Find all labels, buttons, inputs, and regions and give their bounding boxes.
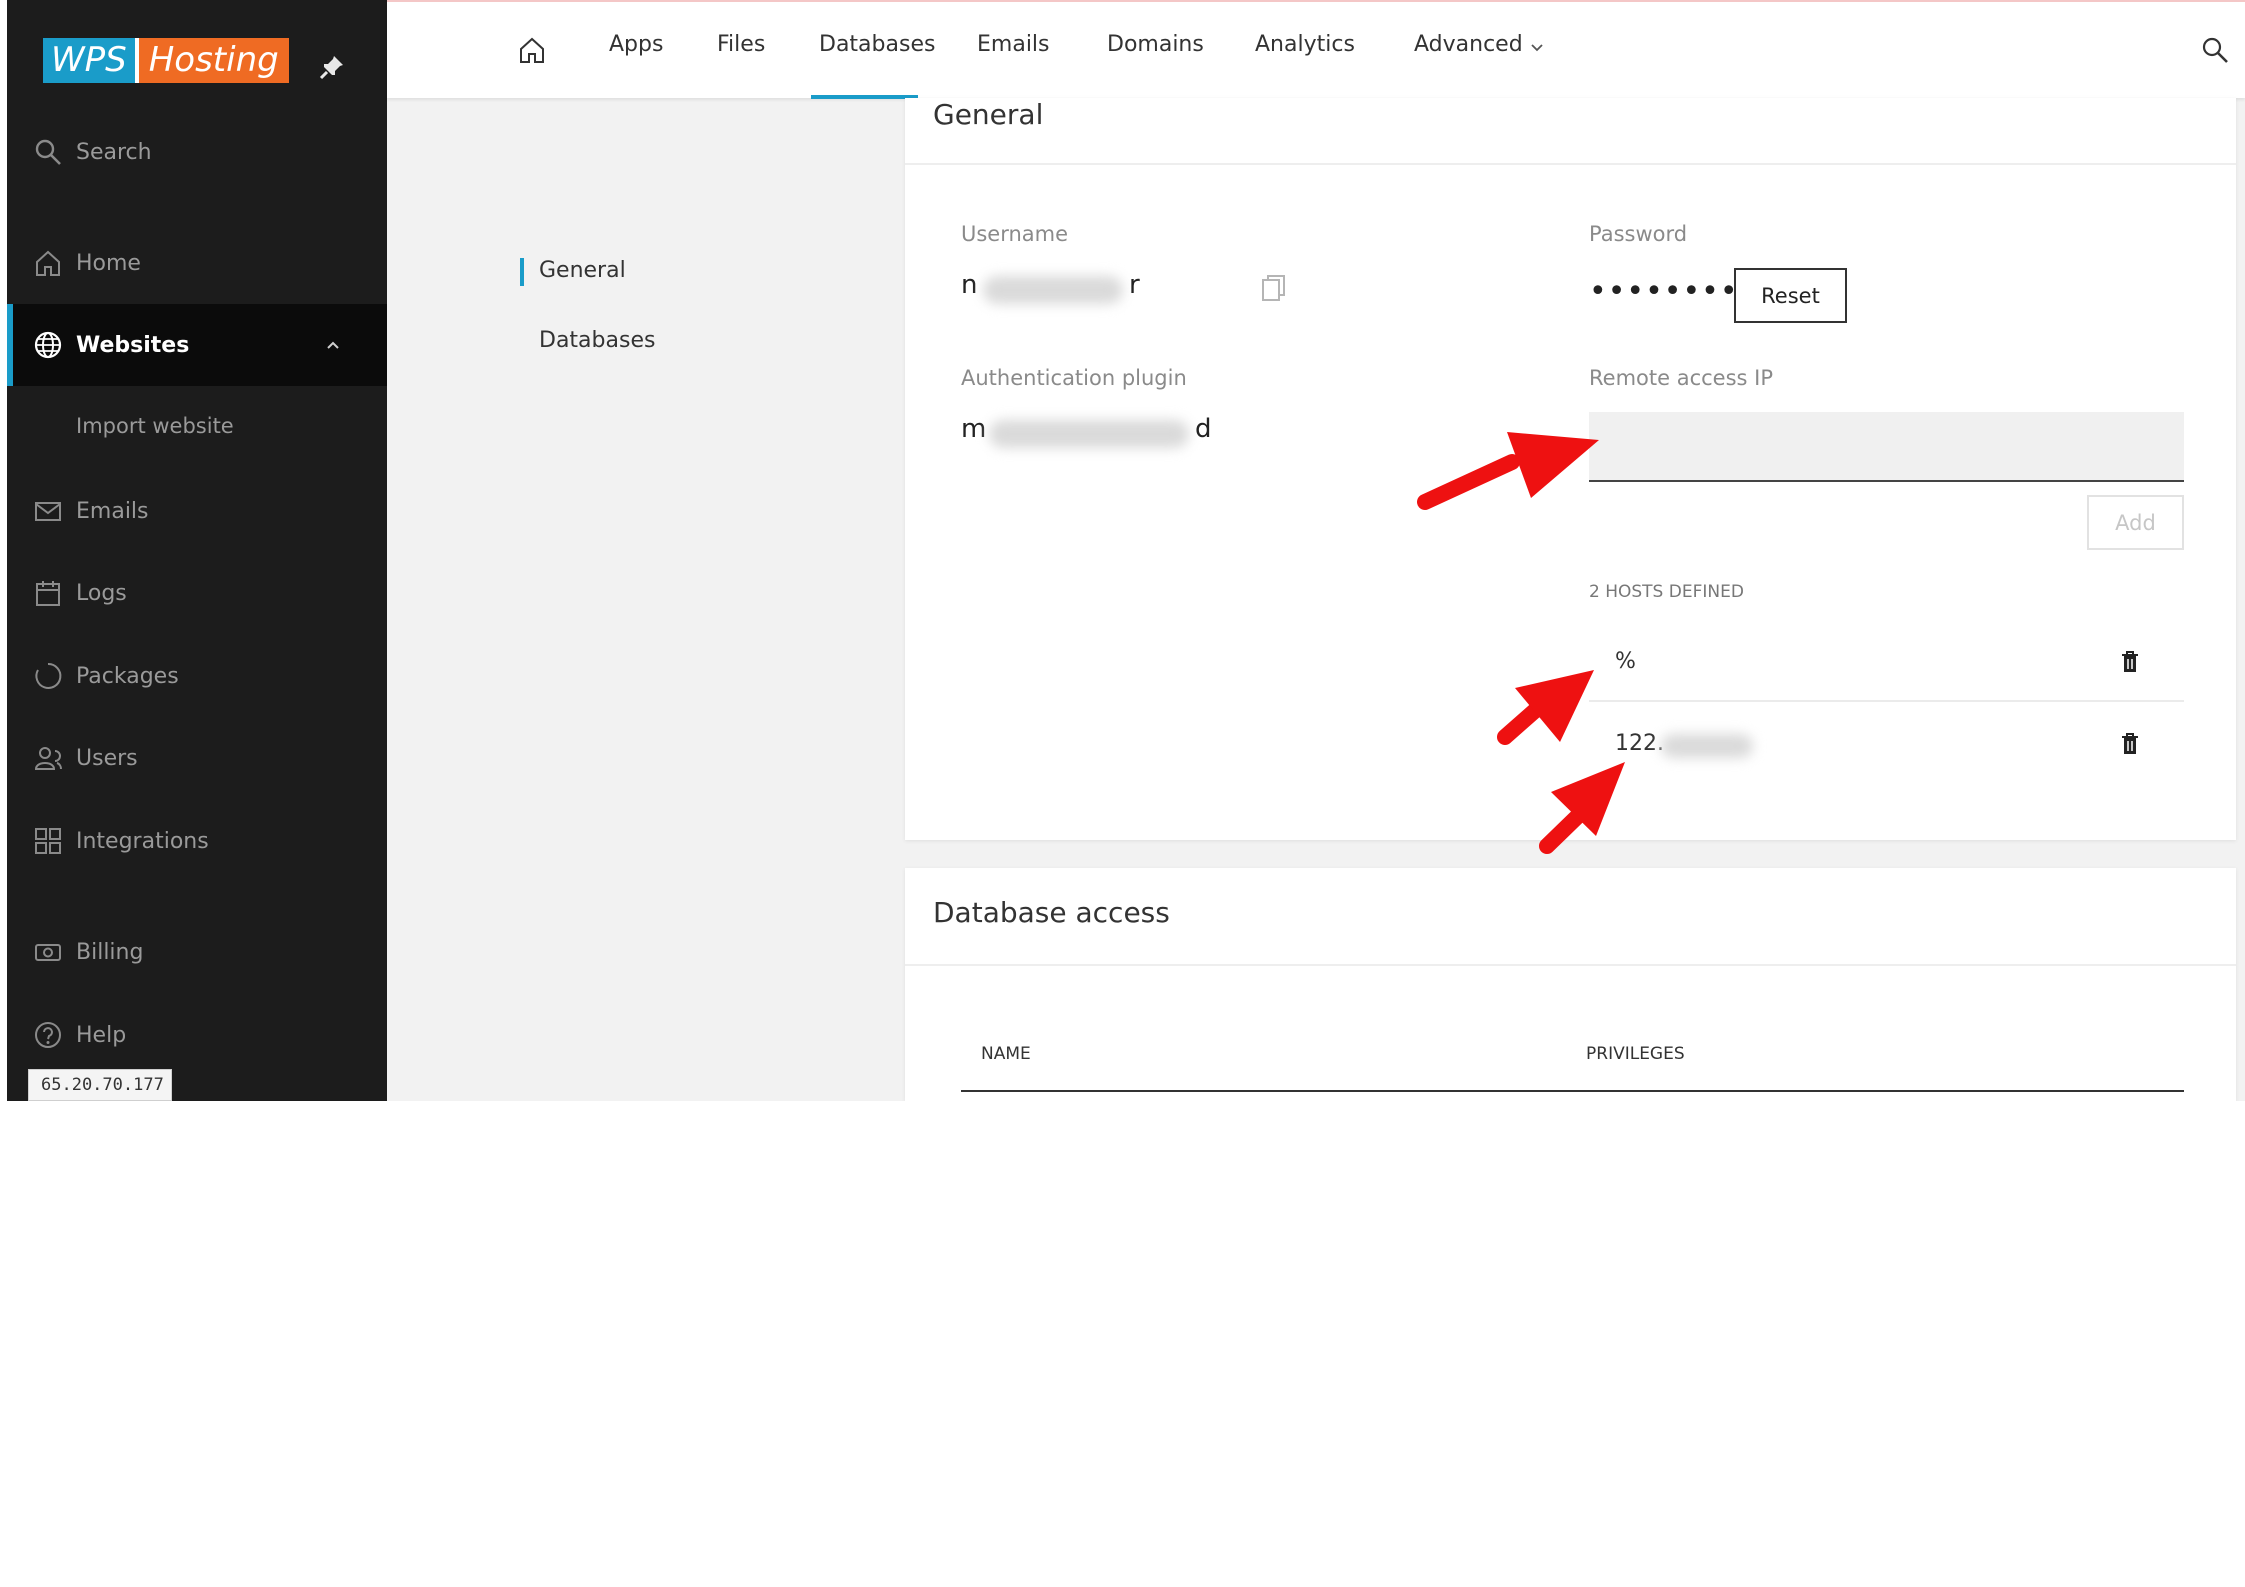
username-visible-start: n [961, 270, 978, 300]
host-row: 122. [1589, 702, 2184, 784]
remote-ip-input[interactable] [1589, 412, 2184, 482]
sidebar-item-users[interactable]: Users [7, 717, 387, 799]
host-value: 122. [1615, 731, 1664, 756]
active-tab-indicator [811, 95, 918, 99]
sidebar-item-logs[interactable]: Logs [7, 552, 387, 634]
sidebar-item-billing[interactable]: Billing [7, 911, 387, 993]
host-row: % [1589, 620, 2184, 702]
logo-hosting-text: Hosting [138, 38, 289, 83]
sidebar-item-label: Websites [76, 332, 190, 358]
calendar-icon [36, 581, 60, 606]
sidebar-item-help[interactable]: Help [7, 994, 387, 1076]
remote-ip-label: Remote access IP [1589, 366, 1773, 390]
sidebar-item-packages[interactable]: Packages [7, 635, 387, 717]
nav-apps[interactable]: Apps [609, 32, 663, 57]
sidebar-item-label: Emails [76, 498, 149, 524]
trash-icon[interactable] [2119, 732, 2141, 756]
search-icon [35, 139, 61, 165]
nav-databases[interactable]: Databases [819, 32, 935, 57]
username-visible-end: r [1129, 270, 1140, 300]
circle-icon [35, 662, 62, 689]
nav-emails[interactable]: Emails [977, 32, 1050, 57]
sidebar-item-label: Users [76, 745, 138, 771]
sidebar-item-label: Logs [76, 580, 127, 606]
mail-icon [35, 502, 61, 521]
database-access-title: Database access [933, 896, 1170, 929]
sidebar-item-label: Billing [76, 939, 144, 965]
auth-plugin-label: Authentication plugin [961, 366, 1187, 390]
copy-icon[interactable] [1261, 274, 1287, 302]
sidebar: WPS Hosting Search Home Websites Import … [7, 0, 387, 1101]
sidebar-search[interactable]: Search [7, 111, 387, 193]
sidebar-item-import-website[interactable]: Import website [76, 414, 234, 438]
sidebar-item-websites[interactable]: Websites [7, 304, 387, 386]
password-label: Password [1589, 222, 1688, 246]
ip-address-tooltip: 65.20.70.177 [28, 1069, 172, 1101]
add-host-button[interactable]: Add [2087, 495, 2184, 550]
nav-domains[interactable]: Domains [1107, 32, 1204, 57]
sidebar-item-label: Home [76, 250, 141, 276]
sidebar-item-label: Help [76, 1022, 127, 1048]
redacted-host-ip [1661, 734, 1753, 758]
reset-password-button[interactable]: Reset [1734, 268, 1847, 323]
host-value: % [1615, 649, 1636, 674]
nav-files[interactable]: Files [717, 32, 765, 57]
home-icon [36, 250, 60, 276]
search-icon[interactable] [2200, 35, 2230, 65]
globe-icon [34, 331, 62, 359]
users-icon [34, 747, 62, 770]
chevron-down-icon[interactable] [1530, 42, 1544, 54]
wps-hosting-logo[interactable]: WPS Hosting [43, 38, 289, 83]
sidebar-item-label: Integrations [76, 828, 209, 854]
auth-plugin-visible-end: d [1195, 414, 1212, 444]
hosts-defined-count: 2 HOSTS DEFINED [1589, 582, 1744, 602]
screenshot: WPS Hosting Search Home Websites Import … [7, 0, 2245, 1101]
table-header-underline [961, 1090, 2184, 1092]
subnav-databases[interactable]: Databases [539, 328, 655, 353]
home-icon[interactable] [517, 35, 547, 65]
chevron-up-icon[interactable] [325, 337, 341, 353]
auth-plugin-visible-start: m [961, 414, 987, 444]
subnav-active-indicator [520, 258, 524, 286]
top-navigation: Apps Files Databases Emails Domains Anal… [387, 0, 2245, 99]
sidebar-item-label: Packages [76, 663, 179, 689]
redacted-auth-plugin [989, 420, 1189, 448]
billing-icon [35, 944, 61, 961]
card-divider [905, 163, 2236, 165]
sidebar-item-integrations[interactable]: Integrations [7, 800, 387, 882]
column-header-privileges[interactable]: PRIVILEGES [1586, 1044, 1685, 1064]
pin-icon[interactable] [319, 54, 345, 80]
trash-icon[interactable] [2119, 650, 2141, 674]
subnav-general[interactable]: General [539, 258, 626, 283]
general-card-title: General [933, 98, 1044, 131]
grid-icon [35, 828, 61, 854]
database-access-card: Database access NAME PRIVILEGES [905, 868, 2236, 1101]
logo-wps-text: WPS [43, 38, 135, 83]
redacted-username [983, 276, 1123, 304]
help-icon [35, 1022, 61, 1048]
column-header-name[interactable]: NAME [981, 1044, 1031, 1064]
nav-advanced[interactable]: Advanced [1414, 32, 1523, 57]
username-label: Username [961, 222, 1069, 246]
general-card: General Username n r Password ••••••••••… [905, 98, 2236, 840]
sidebar-item-emails[interactable]: Emails [7, 470, 387, 552]
card-divider [905, 964, 2236, 966]
sidebar-item-home[interactable]: Home [7, 222, 387, 304]
nav-analytics[interactable]: Analytics [1255, 32, 1355, 57]
sidebar-search-label: Search [76, 139, 152, 165]
